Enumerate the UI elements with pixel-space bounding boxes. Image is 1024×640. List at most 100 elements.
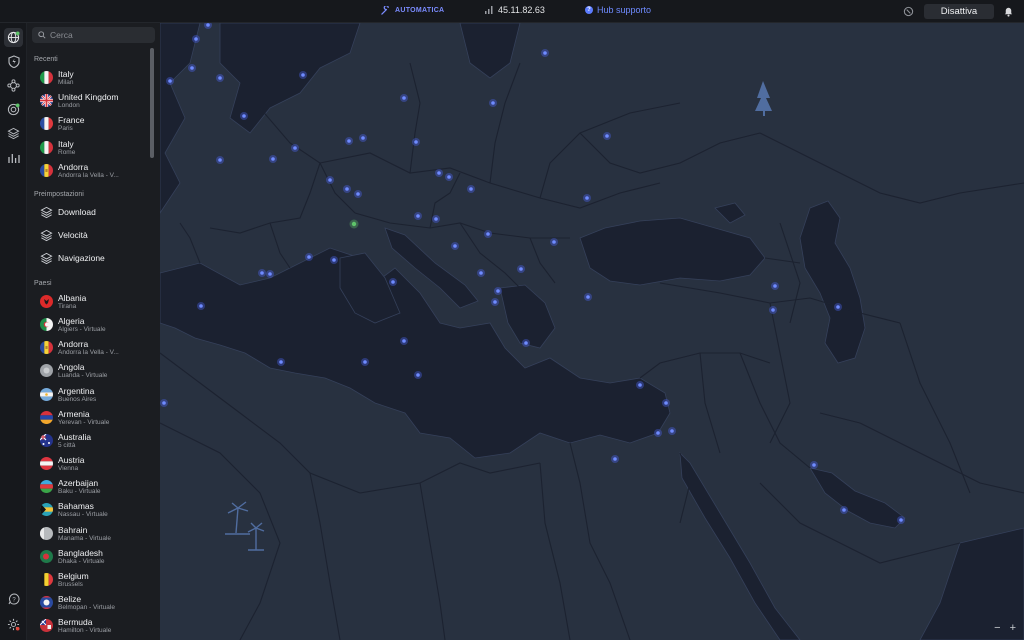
server-list-item[interactable]: Azerbaijan Baku - Virtuale: [27, 476, 149, 499]
server-marker[interactable]: [771, 308, 775, 312]
server-marker[interactable]: [493, 300, 497, 304]
server-marker[interactable]: [260, 271, 264, 275]
server-list-item[interactable]: Belgium Brussels: [27, 569, 149, 592]
server-list-item[interactable]: France Paris: [27, 113, 149, 136]
server-marker[interactable]: [414, 140, 418, 144]
server-marker[interactable]: [279, 360, 283, 364]
server-marker[interactable]: [656, 431, 660, 435]
server-marker[interactable]: [293, 146, 297, 150]
server-marker[interactable]: [842, 508, 846, 512]
server-list-item[interactable]: Belize Belmopan - Virtuale: [27, 592, 149, 615]
disconnect-button[interactable]: Disattiva: [924, 4, 994, 19]
server-list-item[interactable]: Italy Rome: [27, 137, 149, 160]
server-list-item[interactable]: Albania Tirana: [27, 291, 149, 314]
server-list-item[interactable]: Angola Luanda - Virtuale: [27, 360, 149, 383]
server-marker[interactable]: [332, 258, 336, 262]
server-marker[interactable]: [773, 284, 777, 288]
server-marker[interactable]: [447, 175, 451, 179]
server-marker[interactable]: [206, 23, 210, 27]
bell-icon[interactable]: [1003, 5, 1014, 17]
server-marker[interactable]: [301, 73, 305, 77]
preset-item[interactable]: Velocità: [27, 225, 149, 247]
server-marker[interactable]: [613, 457, 617, 461]
server-marker[interactable]: [218, 76, 222, 80]
preset-item[interactable]: Download: [27, 202, 149, 224]
server-marker[interactable]: [585, 196, 589, 200]
server-list-item[interactable]: Andorra Andorra la Vella - V...: [27, 160, 149, 183]
server-marker[interactable]: [552, 240, 556, 244]
zoom-in-button[interactable]: +: [1010, 622, 1016, 634]
server-list-item[interactable]: Bermuda Hamilton - Virtuale: [27, 615, 149, 638]
server-marker[interactable]: [664, 401, 668, 405]
server-marker[interactable]: [638, 383, 642, 387]
server-marker[interactable]: [836, 305, 840, 309]
search-input[interactable]: [50, 30, 150, 40]
server-marker[interactable]: [218, 158, 222, 162]
server-marker[interactable]: [491, 101, 495, 105]
server-marker[interactable]: [162, 401, 166, 405]
meshnet-icon[interactable]: [4, 76, 23, 95]
scrollbar[interactable]: [150, 48, 154, 158]
server-marker[interactable]: [402, 96, 406, 100]
zoom-out-button[interactable]: −: [994, 622, 1000, 634]
server-list-item[interactable]: Italy Milan: [27, 67, 149, 90]
server-marker[interactable]: [328, 178, 332, 182]
server-list-item[interactable]: Argentina Buenos Aires: [27, 384, 149, 407]
server-marker[interactable]: [479, 271, 483, 275]
server-marker[interactable]: [543, 51, 547, 55]
server-marker[interactable]: [268, 272, 272, 276]
server-marker[interactable]: [416, 373, 420, 377]
server-marker[interactable]: [345, 187, 349, 191]
server-marker[interactable]: [363, 360, 367, 364]
server-list-item[interactable]: Bangladesh Dhaka - Virtuale: [27, 546, 149, 569]
layers-icon[interactable]: [4, 124, 23, 143]
server-marker[interactable]: [899, 518, 903, 522]
target-icon[interactable]: [4, 100, 23, 119]
shield-bolt-icon[interactable]: [4, 52, 23, 71]
server-marker[interactable]: [469, 187, 473, 191]
settings-icon[interactable]: [4, 615, 23, 634]
server-list-item[interactable]: Algeria Algiers - Virtuale: [27, 314, 149, 337]
help-icon[interactable]: ?: [4, 589, 23, 608]
server-list-item[interactable]: United Kingdom London: [27, 90, 149, 113]
server-marker[interactable]: [402, 339, 406, 343]
server-marker[interactable]: [347, 139, 351, 143]
server-marker[interactable]: [307, 255, 311, 259]
server-marker[interactable]: [194, 37, 198, 41]
support-hub-link[interactable]: ? Hub supporto: [585, 5, 651, 15]
server-marker[interactable]: [434, 217, 438, 221]
server-marker[interactable]: [356, 192, 360, 196]
auto-connect-button[interactable]: AUTOMATICA: [381, 6, 444, 15]
server-marker[interactable]: [416, 214, 420, 218]
server-marker[interactable]: [391, 280, 395, 284]
server-marker[interactable]: [486, 232, 490, 236]
preset-item[interactable]: Navigazione: [27, 248, 149, 270]
server-marker[interactable]: [812, 463, 816, 467]
server-marker[interactable]: [670, 429, 674, 433]
connected-server-marker[interactable]: [351, 221, 357, 227]
search-box[interactable]: [32, 27, 155, 43]
server-list-item[interactable]: Bahamas Nassau - Virtuale: [27, 499, 149, 522]
server-marker[interactable]: [271, 157, 275, 161]
server-marker[interactable]: [496, 289, 500, 293]
server-marker[interactable]: [199, 304, 203, 308]
server-marker[interactable]: [605, 134, 609, 138]
server-marker[interactable]: [168, 79, 172, 83]
server-marker[interactable]: [242, 114, 246, 118]
server-marker[interactable]: [437, 171, 441, 175]
server-list-item[interactable]: Bahrain Manama - Virtuale: [27, 523, 149, 546]
server-list-item[interactable]: Austria Vienna: [27, 453, 149, 476]
server-marker[interactable]: [453, 244, 457, 248]
server-list-item[interactable]: Armenia Yerevan - Virtuale: [27, 407, 149, 430]
stats-icon[interactable]: [4, 148, 23, 167]
pause-shield-icon[interactable]: [903, 6, 914, 17]
globe-icon[interactable]: [4, 28, 23, 47]
server-marker[interactable]: [519, 267, 523, 271]
server-marker[interactable]: [190, 66, 194, 70]
server-marker[interactable]: [524, 341, 528, 345]
server-marker[interactable]: [586, 295, 590, 299]
server-marker[interactable]: [361, 136, 365, 140]
server-list-item[interactable]: Andorra Andorra la Vella - V...: [27, 337, 149, 360]
server-map[interactable]: − +: [160, 23, 1024, 640]
server-list-item[interactable]: Australia 5 città: [27, 430, 149, 453]
